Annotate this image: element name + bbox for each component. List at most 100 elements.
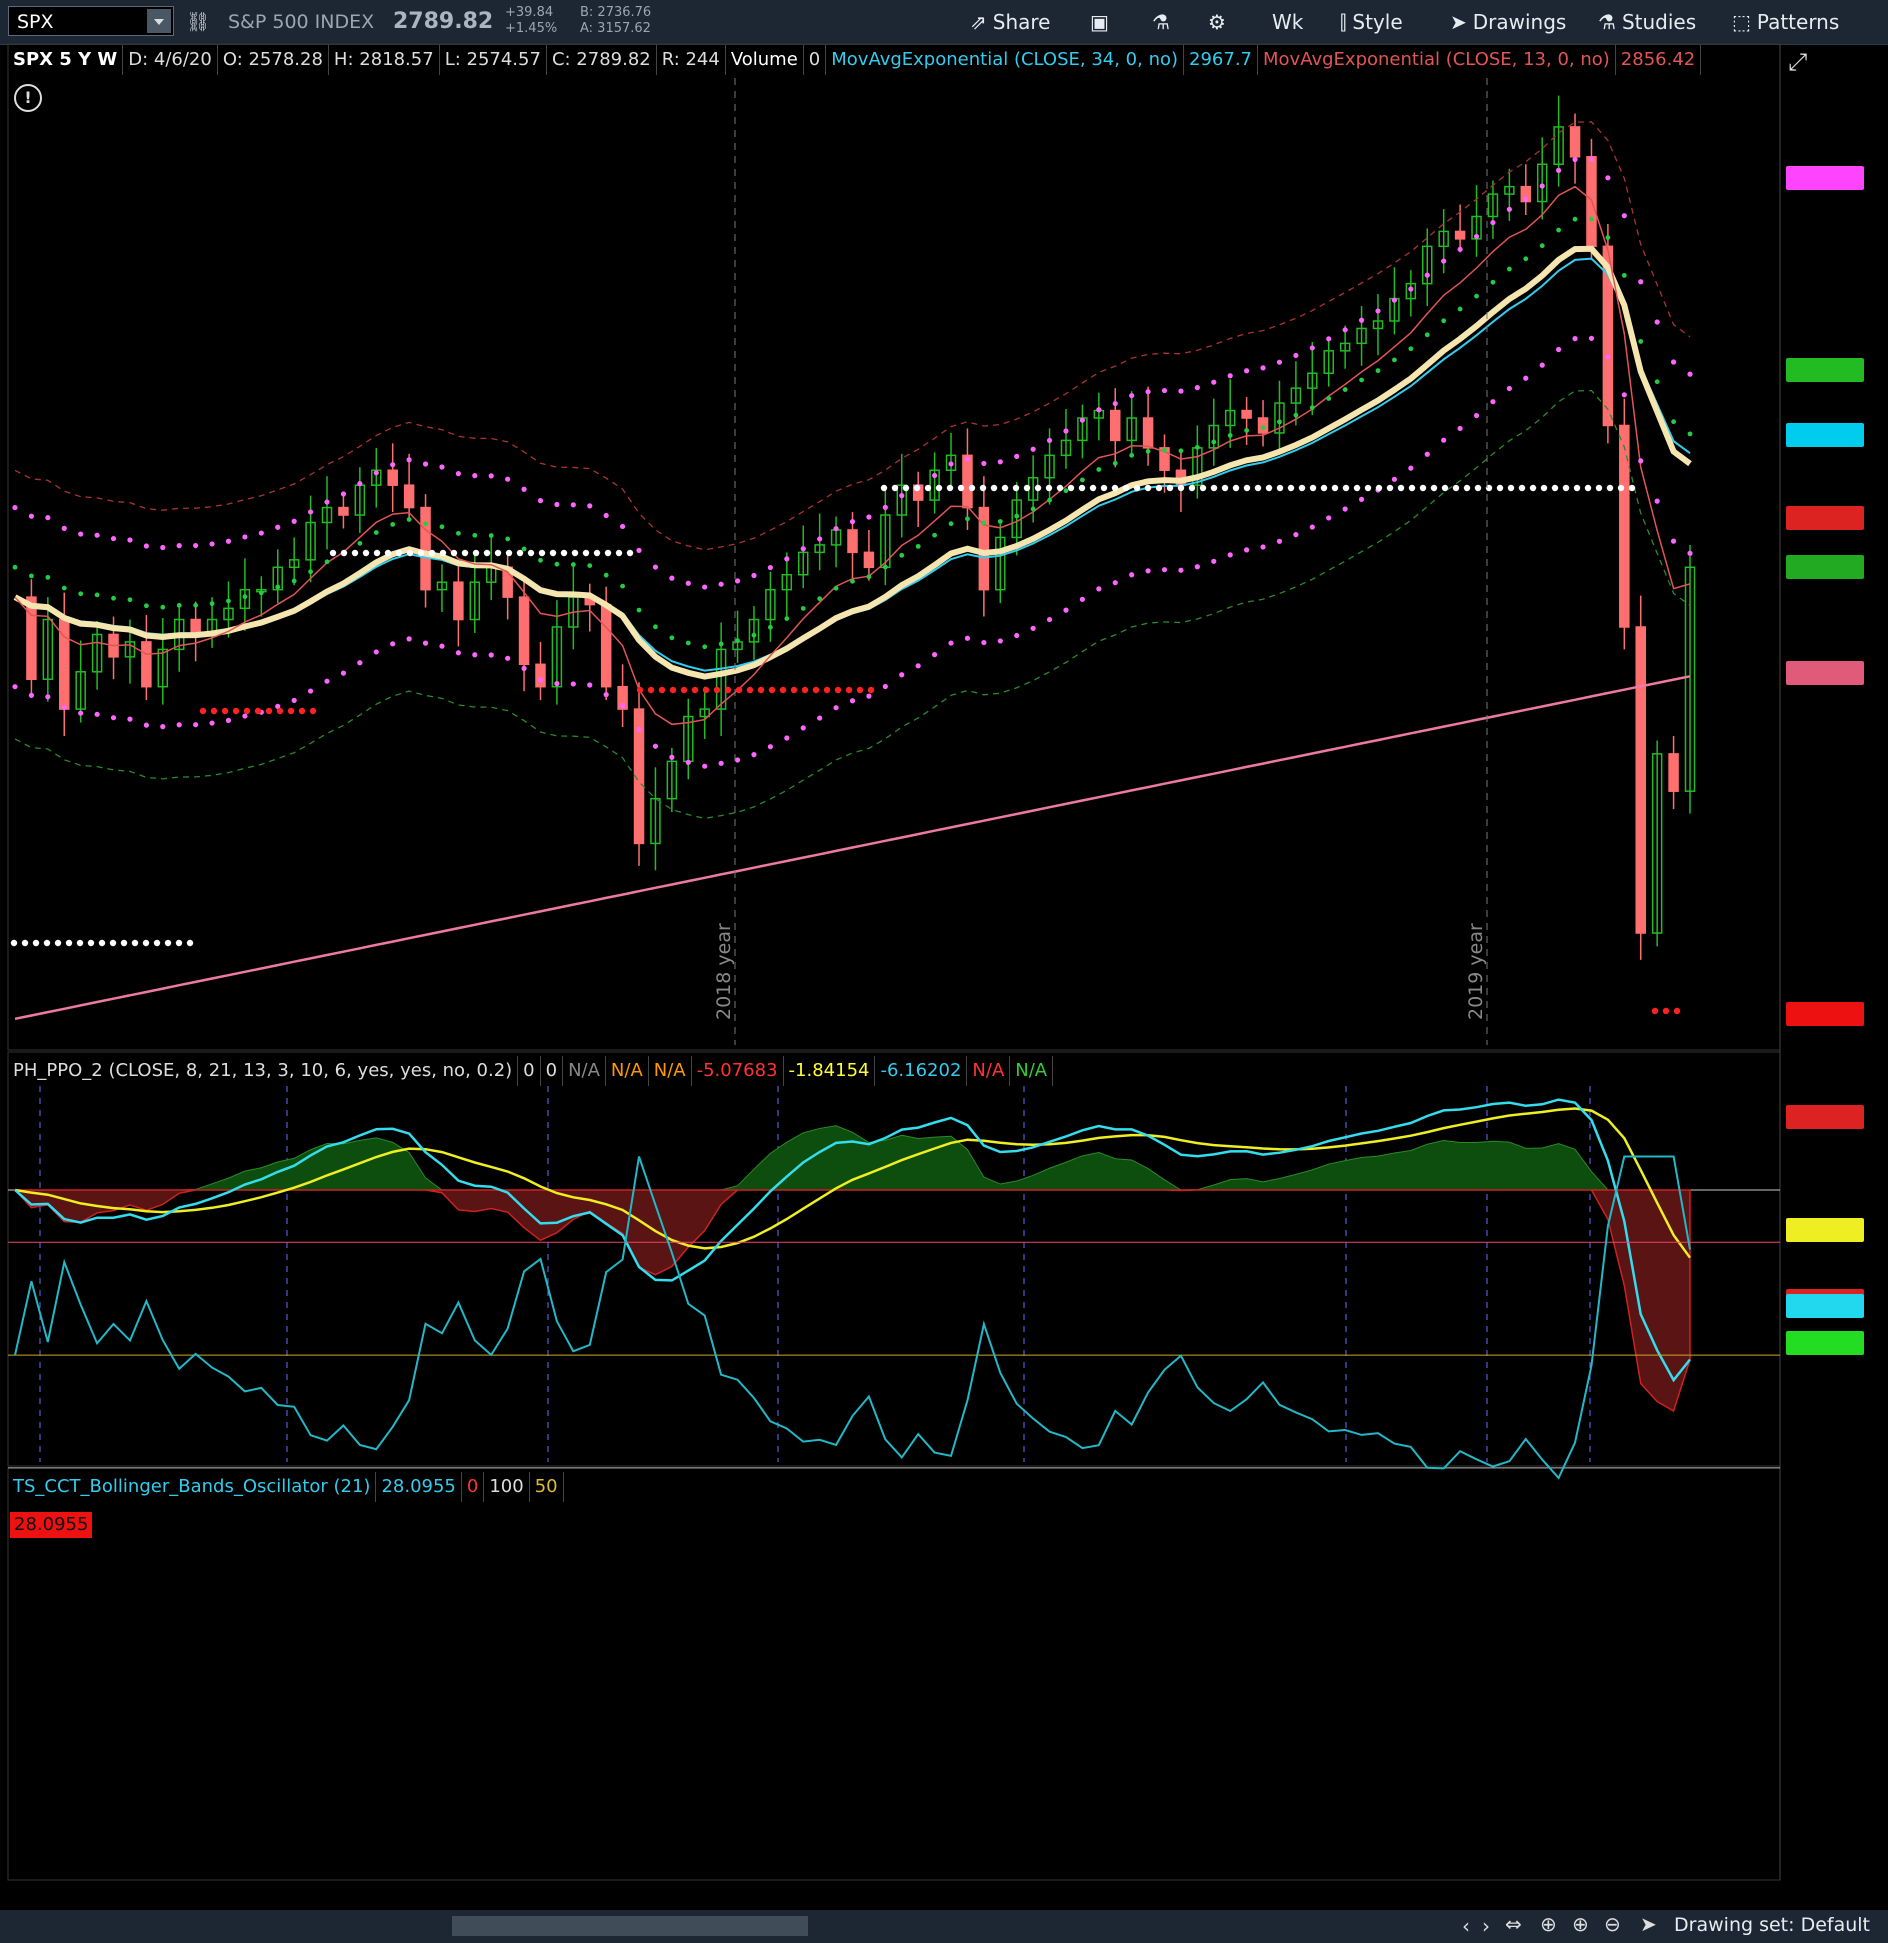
upper-dot <box>1161 387 1168 394</box>
pointer-icon[interactable]: ➤ <box>1640 1912 1657 1936</box>
crosshair-icon[interactable]: ⊕ <box>1540 1912 1557 1936</box>
white-level-dots <box>120 939 128 947</box>
green-dot <box>1080 477 1085 483</box>
ema34-label[interactable]: MovAvgExponential (CLOSE, 34, 0, no) <box>826 45 1185 75</box>
bbo-header-field[interactable]: TS_CCT_Bollinger_Bands_Oscillator (21) <box>8 1472 377 1502</box>
bar-open: O: 2578.28 <box>218 45 329 75</box>
white-level-dots <box>472 549 480 557</box>
white-level-dots <box>373 549 381 557</box>
bar-close: C: 2789.82 <box>547 45 657 75</box>
white-level-dots <box>1408 484 1416 492</box>
bar-date: D: 4/6/20 <box>123 45 218 75</box>
scroll-right-icon[interactable]: › <box>1482 1914 1490 1938</box>
ppo-header-field[interactable]: PH_PPO_2 (CLOSE, 8, 21, 13, 3, 10, 6, ye… <box>8 1056 519 1086</box>
white-level-dots <box>1100 484 1108 492</box>
zoom-out-icon[interactable]: ⊖ <box>1604 1912 1621 1936</box>
green-dot <box>685 640 691 646</box>
white-level-dots <box>1595 484 1603 492</box>
green-dot <box>603 572 609 578</box>
white-level-dots <box>604 549 612 557</box>
lower-dot <box>455 650 461 656</box>
lower-dashed-band <box>14 389 1691 820</box>
white-level-dots <box>880 484 888 492</box>
upper-dot <box>1309 345 1315 351</box>
green-dot <box>357 540 363 546</box>
upper-dot <box>1457 246 1463 252</box>
ema13-label[interactable]: MovAvgExponential (CLOSE, 13, 0, no) <box>1258 45 1616 75</box>
green-dot <box>1392 357 1397 363</box>
green-dot <box>800 606 806 611</box>
upper-dot <box>225 538 232 544</box>
price-tag <box>1786 165 1864 190</box>
upper-dot <box>242 534 248 540</box>
upper-dot <box>636 547 642 553</box>
lower-dot <box>1638 458 1644 464</box>
lower-dot <box>242 713 248 719</box>
upper-dot <box>1358 317 1365 323</box>
lower-dot <box>61 704 67 711</box>
green-dot <box>554 561 560 567</box>
candle-body <box>1569 126 1581 158</box>
upper-dashed-band <box>14 121 1691 551</box>
upper-dot <box>603 512 609 519</box>
green-dot <box>258 590 264 596</box>
lower-dot <box>1473 412 1480 419</box>
ppo-pane-header: PH_PPO_2 (CLOSE, 8, 21, 13, 3, 10, 6, ye… <box>8 1056 1054 1086</box>
green-dot <box>1178 448 1184 454</box>
green-dot <box>488 533 494 538</box>
green-dot <box>1539 243 1545 249</box>
lower-dot <box>1670 538 1677 544</box>
candle-body <box>1668 753 1679 792</box>
white-level-dots <box>362 549 370 557</box>
scroll-left-icon[interactable]: ‹ <box>1462 1914 1470 1938</box>
drawing-set-status[interactable]: Drawing set: Default <box>1674 1914 1870 1936</box>
green-dot <box>406 517 412 522</box>
red-level-dots <box>812 686 820 694</box>
upper-dot <box>61 525 67 531</box>
white-level-dots <box>384 549 392 557</box>
white-level-dots <box>1287 484 1295 492</box>
zoom-in-icon[interactable]: ⊕ <box>1572 1912 1589 1936</box>
green-dot <box>669 635 675 641</box>
scroll-thumb[interactable] <box>452 1916 808 1936</box>
lower-dot <box>45 694 51 700</box>
chart-canvas[interactable]: 2018 year 2019 year <box>0 0 1888 1910</box>
expand-icon[interactable]: ⤢ <box>1788 48 1807 76</box>
bbo-header-field: 100 <box>484 1472 530 1502</box>
ppo-value-tag <box>1786 1218 1864 1243</box>
green-dot <box>817 596 823 602</box>
lower-dot <box>1326 515 1332 521</box>
green-dot <box>1211 439 1217 445</box>
red-level-dots <box>276 707 284 715</box>
candle-body <box>453 581 464 621</box>
alert-icon[interactable]: ! <box>14 84 42 112</box>
green-dot <box>160 604 166 610</box>
upper-dot <box>357 481 363 487</box>
upper-dot <box>1490 219 1496 226</box>
chart-scrollbar[interactable]: ‹ › ⇔ ⊕ ⊕ ⊖ ➤ Drawing set: Default <box>0 1910 1888 1943</box>
lower-dot <box>1293 531 1299 538</box>
green-dot <box>1047 497 1052 503</box>
lower-dot <box>1145 568 1151 574</box>
white-level-dots <box>428 549 436 557</box>
green-dot <box>767 624 773 630</box>
green-dot <box>1063 488 1069 494</box>
lower-dot <box>1605 354 1611 360</box>
green-dot <box>61 585 67 591</box>
upper-dot <box>488 473 494 479</box>
red-level-dots <box>309 707 317 715</box>
green-dot <box>1244 428 1250 433</box>
green-dot <box>636 607 642 613</box>
white-level-dots <box>1474 484 1482 492</box>
white-level-dots <box>1419 484 1427 492</box>
green-dot <box>702 644 708 650</box>
ppo-header-field: N/A <box>967 1056 1011 1086</box>
upper-dot <box>1194 385 1200 391</box>
white-level-dots <box>1452 484 1460 492</box>
green-dot <box>653 624 658 630</box>
red-level-dots <box>287 707 295 715</box>
expand-horizontal-icon[interactable]: ⇔ <box>1505 1912 1522 1936</box>
candle-body <box>863 551 875 569</box>
lower-dot <box>1244 547 1250 553</box>
green-dot <box>784 616 790 621</box>
